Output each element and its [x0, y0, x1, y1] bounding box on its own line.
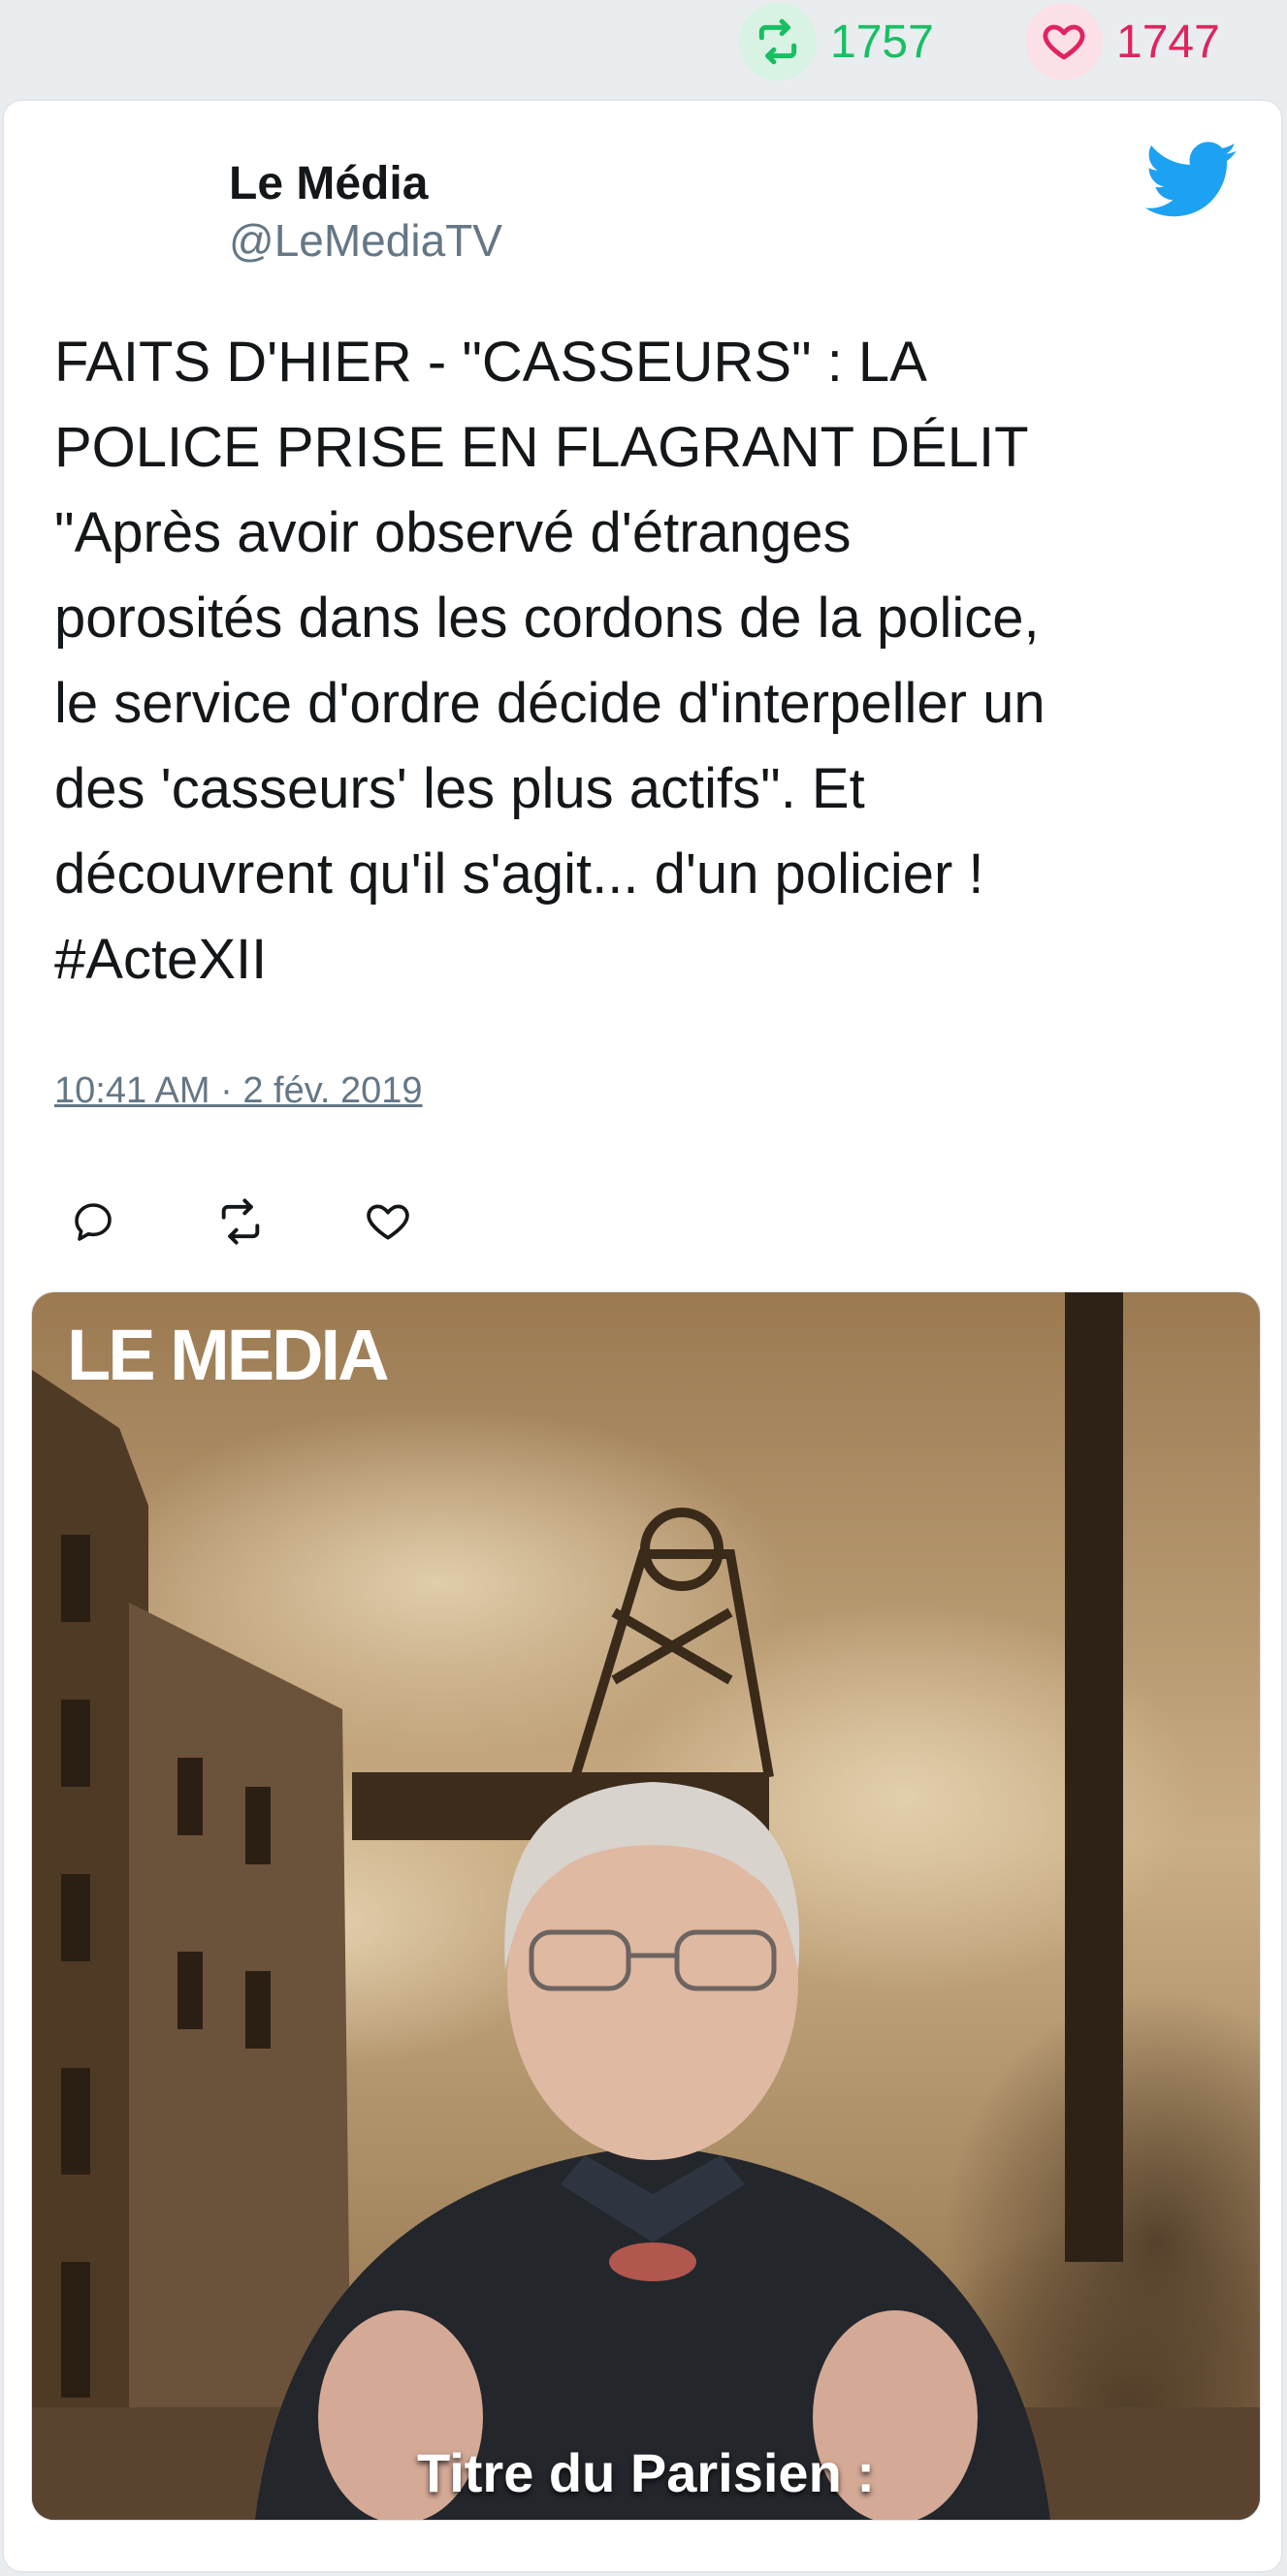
tweet-card: Le Média @LeMediaTV FAITS D'HIER - "CASS…: [4, 101, 1281, 2571]
tweet-timestamp[interactable]: 10:41 AM · 2 fév. 2019: [54, 1070, 423, 1112]
video-frame: LE MEDIA: [32, 1292, 1260, 2520]
retweet-icon: [739, 3, 817, 80]
author-handle[interactable]: @LeMediaTV: [229, 213, 502, 268]
le-media-logo: LE MEDIA: [67, 1315, 388, 1395]
twitter-bird-icon[interactable]: [1145, 140, 1239, 221]
heart-icon: [1025, 3, 1103, 80]
retweet-action-icon[interactable]: [211, 1193, 270, 1251]
video-caption: Titre du Parisien :: [417, 2442, 875, 2503]
retweet-stat[interactable]: 1757: [739, 3, 934, 80]
tweet-text: FAITS D'HIER - "CASSEURS" : LA POLICE PR…: [54, 331, 1046, 991]
tweet-video-thumbnail[interactable]: LE MEDIA Titre du Parisien :: [31, 1291, 1261, 2521]
like-stat[interactable]: 1747: [1025, 3, 1220, 80]
tweet-actions: [64, 1183, 506, 1260]
like-count: 1747: [1116, 16, 1220, 68]
reply-icon[interactable]: [64, 1193, 122, 1251]
author-name[interactable]: Le Média: [229, 155, 502, 213]
like-action-icon[interactable]: [359, 1193, 417, 1251]
engagement-stats: 1757 1747: [0, 0, 1287, 89]
retweet-count: 1757: [830, 16, 934, 68]
author-block[interactable]: Le Média @LeMediaTV: [229, 155, 502, 268]
